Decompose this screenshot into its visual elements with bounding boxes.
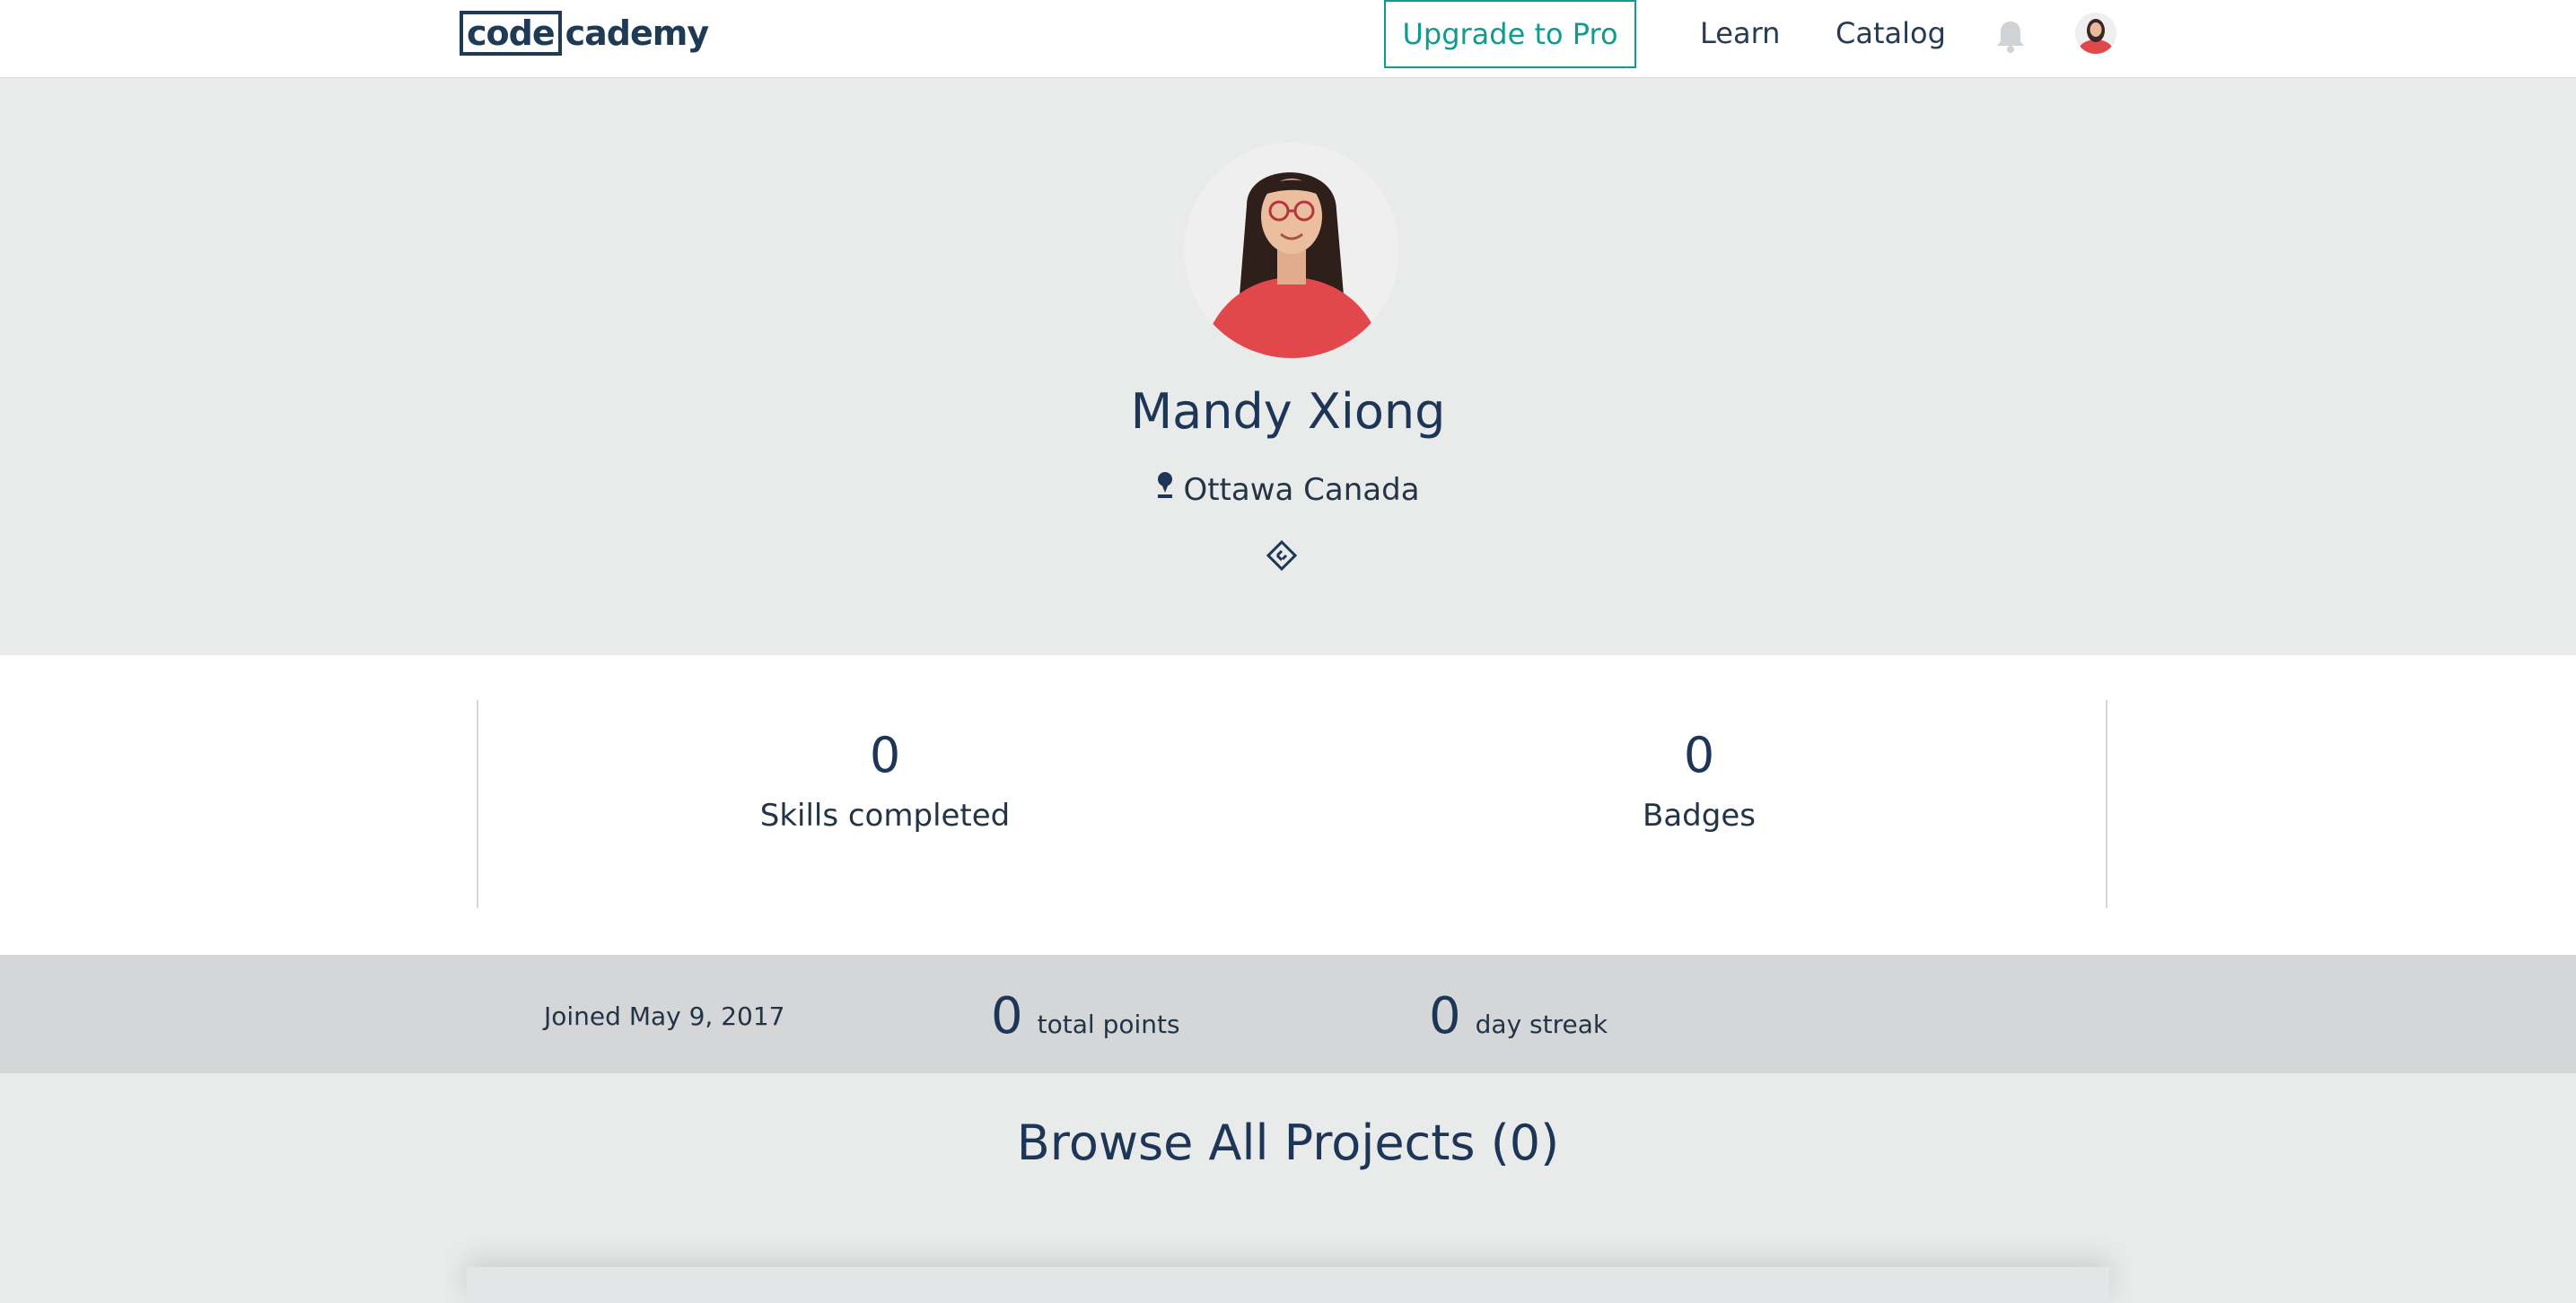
profile-header: Mandy Xiong Ottawa Canada xyxy=(0,78,2576,654)
total-points: 0 total points xyxy=(991,987,1180,1045)
nav-catalog-link[interactable]: Catalog xyxy=(1836,16,1946,50)
profile-location: Ottawa Canada xyxy=(0,471,2576,508)
badges-stat: 0 Badges xyxy=(1475,727,1923,834)
stats-divider-right xyxy=(2106,700,2107,908)
skills-completed-count: 0 xyxy=(869,727,901,783)
codecademy-logo[interactable]: code cademy xyxy=(460,11,710,56)
browse-projects-heading: Browse All Projects (0) xyxy=(1016,1115,1560,1171)
joined-date: Joined May 9, 2017 xyxy=(544,1001,785,1031)
logo-rest-text: cademy xyxy=(565,13,710,53)
bell-icon[interactable] xyxy=(1994,18,2027,54)
map-pin-icon xyxy=(1156,471,1174,508)
skills-completed-label: Skills completed xyxy=(759,798,1011,834)
upgrade-to-pro-button[interactable]: Upgrade to Pro xyxy=(1384,0,1636,68)
total-points-value: 0 xyxy=(991,987,1023,1045)
day-streak: 0 day streak xyxy=(1429,987,1608,1045)
badges-label: Badges xyxy=(1643,798,1756,834)
logo-boxed-text: code xyxy=(460,11,562,56)
stats-panel: 0 Skills completed 0 Badges xyxy=(0,655,2576,955)
code-link-icon[interactable] xyxy=(1266,539,1298,572)
day-streak-label: day streak xyxy=(1475,1010,1608,1039)
top-nav-bar: code cademy Upgrade to Pro Learn Catalog xyxy=(0,0,2576,78)
badges-count: 0 xyxy=(1683,727,1715,783)
profile-name: Mandy Xiong xyxy=(1130,383,1446,440)
skills-completed-stat: 0 Skills completed xyxy=(661,727,1109,834)
user-avatar[interactable] xyxy=(2075,13,2116,54)
location-text: Ottawa Canada xyxy=(1183,471,1420,508)
summary-bar: Joined May 9, 2017 0 total points 0 day … xyxy=(0,955,2576,1073)
day-streak-value: 0 xyxy=(1429,987,1461,1045)
profile-photo xyxy=(1184,143,1399,358)
stats-divider-left xyxy=(477,700,478,908)
nav-learn-link[interactable]: Learn xyxy=(1700,16,1780,50)
projects-card xyxy=(467,1267,2109,1303)
total-points-label: total points xyxy=(1037,1010,1180,1039)
